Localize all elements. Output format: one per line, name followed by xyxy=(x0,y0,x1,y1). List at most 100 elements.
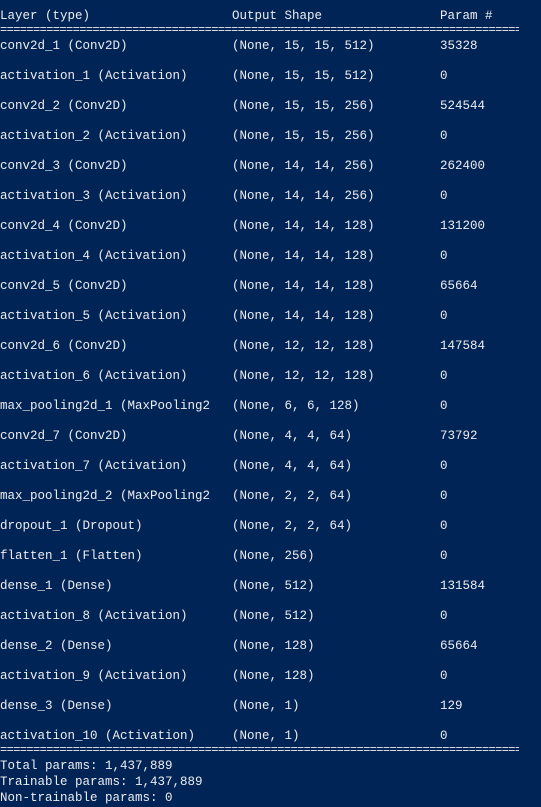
param-cell: 0 xyxy=(440,309,448,323)
param-cell: 0 xyxy=(440,129,448,143)
row-separator: ________________________________________… xyxy=(0,447,519,453)
output-shape-cell: (None, 1) xyxy=(232,729,300,743)
layer-cell: conv2d_7 (Conv2D) xyxy=(0,429,128,443)
console-window: ________________________________________… xyxy=(0,0,541,807)
layer-cell: conv2d_4 (Conv2D) xyxy=(0,219,128,233)
row-separator: ________________________________________… xyxy=(0,507,519,513)
output-shape-cell: (None, 12, 12, 128) xyxy=(232,339,375,353)
table-row: activation_10 (Activation) (None, 1) 0 xyxy=(0,729,541,744)
row-separator: ________________________________________… xyxy=(0,597,519,603)
param-cell: 0 xyxy=(440,519,448,533)
row-separator: ________________________________________… xyxy=(0,537,519,543)
table-row: activation_6 (Activation) (None, 12, 12, … xyxy=(0,369,541,384)
row-separator: ________________________________________… xyxy=(0,327,519,333)
output-shape-cell: (None, 14, 14, 256) xyxy=(232,159,375,173)
row-separator: ________________________________________… xyxy=(0,417,519,423)
param-cell: 0 xyxy=(440,609,448,623)
table-row: activation_7 (Activation) (None, 4, 4, 64… xyxy=(0,459,541,474)
param-cell: 0 xyxy=(440,249,448,263)
row-separator: ________________________________________… xyxy=(0,237,519,243)
layer-cell: activation_6 (Activation) xyxy=(0,369,188,383)
layer-cell: conv2d_3 (Conv2D) xyxy=(0,159,128,173)
footer-double-separator: ========================================… xyxy=(0,747,519,753)
row-separator: ________________________________________… xyxy=(0,117,519,123)
param-cell: 0 xyxy=(440,549,448,563)
table-row: conv2d_1 (Conv2D) (None, 15, 15, 512) 3532… xyxy=(0,39,541,54)
output-shape-cell: (None, 14, 14, 256) xyxy=(232,189,375,203)
layer-cell: conv2d_6 (Conv2D) xyxy=(0,339,128,353)
table-row: max_pooling2d_1 (MaxPooling2 (None, 6, 6,… xyxy=(0,399,541,414)
output-shape-cell: (None, 128) xyxy=(232,639,315,653)
table-row: activation_9 (Activation) (None, 128) 0 xyxy=(0,669,541,684)
table-row: max_pooling2d_2 (MaxPooling2 (None, 2, 2,… xyxy=(0,489,541,504)
layer-cell: activation_9 (Activation) xyxy=(0,669,188,683)
param-cell: 0 xyxy=(440,369,448,383)
table-row: dense_3 (Dense) (None, 1) 129 xyxy=(0,699,541,714)
output-shape-cell: (None, 2, 2, 64) xyxy=(232,489,353,503)
param-cell: 262400 xyxy=(440,159,486,173)
table-row: conv2d_6 (Conv2D) (None, 12, 12, 128) 1475… xyxy=(0,339,541,354)
row-separator: ________________________________________… xyxy=(0,387,519,393)
output-shape-cell: (None, 128) xyxy=(232,669,315,683)
layer-cell: max_pooling2d_2 (MaxPooling2 xyxy=(0,489,211,503)
layer-cell: activation_3 (Activation) xyxy=(0,189,188,203)
table-row: dropout_1 (Dropout) (None, 2, 2, 64) 0 xyxy=(0,519,541,534)
param-cell: 524544 xyxy=(440,99,486,113)
layer-cell: flatten_1 (Flatten) xyxy=(0,549,143,563)
row-separator: ________________________________________… xyxy=(0,357,519,363)
table-row: conv2d_7 (Conv2D) (None, 4, 4, 64) 73792 xyxy=(0,429,541,444)
output-shape-cell: (None, 15, 15, 512) xyxy=(232,69,375,83)
table-row: conv2d_4 (Conv2D) (None, 14, 14, 128) 1312… xyxy=(0,219,541,234)
row-separator: ________________________________________… xyxy=(0,657,519,663)
table-row: activation_8 (Activation) (None, 512) 0 xyxy=(0,609,541,624)
output-shape-cell: (None, 256) xyxy=(232,549,315,563)
row-separator: ________________________________________… xyxy=(0,687,519,693)
output-shape-cell: (None, 2, 2, 64) xyxy=(232,519,353,533)
row-separator: ________________________________________… xyxy=(0,567,519,573)
layer-cell: activation_8 (Activation) xyxy=(0,609,188,623)
layer-cell: dense_1 (Dense) xyxy=(0,579,113,593)
row-separator: ________________________________________… xyxy=(0,627,519,633)
table-row: activation_3 (Activation) (None, 14, 14, … xyxy=(0,189,541,204)
param-cell: 0 xyxy=(440,69,448,83)
layer-cell: activation_7 (Activation) xyxy=(0,459,188,473)
row-separator: ________________________________________… xyxy=(0,177,519,183)
row-separator: ________________________________________… xyxy=(0,147,519,153)
row-separator: ________________________________________… xyxy=(0,207,519,213)
output-shape-cell: (None, 14, 14, 128) xyxy=(232,309,375,323)
output-shape-cell: (None, 15, 15, 256) xyxy=(232,129,375,143)
non-trainable-params: Non-trainable params: 0 xyxy=(0,791,173,805)
table-row: flatten_1 (Flatten) (None, 256) 0 xyxy=(0,549,541,564)
header-layer: Layer (type) xyxy=(0,9,91,23)
table-row: dense_1 (Dense) (None, 512) 131584 xyxy=(0,579,541,594)
table-row: conv2d_5 (Conv2D) (None, 14, 14, 128) 6566… xyxy=(0,279,541,294)
total-params: Total params: 1,437,889 xyxy=(0,759,173,773)
header-output-shape: Output Shape xyxy=(232,9,323,23)
table-row: activation_4 (Activation) (None, 14, 14, … xyxy=(0,249,541,264)
trainable-params: Trainable params: 1,437,889 xyxy=(0,775,203,789)
layer-cell: max_pooling2d_1 (MaxPooling2 xyxy=(0,399,211,413)
param-cell: 0 xyxy=(440,669,448,683)
layer-cell: conv2d_5 (Conv2D) xyxy=(0,279,128,293)
row-separator: ________________________________________… xyxy=(0,267,519,273)
header-double-separator: ========================================… xyxy=(0,27,519,33)
layer-cell: dense_2 (Dense) xyxy=(0,639,113,653)
row-separator: ________________________________________… xyxy=(0,87,519,93)
output-shape-cell: (None, 4, 4, 64) xyxy=(232,459,353,473)
layer-cell: activation_10 (Activation) xyxy=(0,729,196,743)
table-row: dense_2 (Dense) (None, 128) 65664 xyxy=(0,639,541,654)
row-separator: ________________________________________… xyxy=(0,57,519,63)
table-row: conv2d_3 (Conv2D) (None, 14, 14, 256) 2624… xyxy=(0,159,541,174)
layer-cell: activation_4 (Activation) xyxy=(0,249,188,263)
param-cell: 0 xyxy=(440,489,448,503)
layer-cell: conv2d_2 (Conv2D) xyxy=(0,99,128,113)
output-shape-cell: (None, 14, 14, 128) xyxy=(232,279,375,293)
param-cell: 0 xyxy=(440,399,448,413)
top-separator: ________________________________________… xyxy=(0,0,519,6)
table-row: conv2d_2 (Conv2D) (None, 15, 15, 256) 5245… xyxy=(0,99,541,114)
table-row: activation_5 (Activation) (None, 14, 14, … xyxy=(0,309,541,324)
param-cell: 131200 xyxy=(440,219,486,233)
layer-cell: dropout_1 (Dropout) xyxy=(0,519,143,533)
output-shape-cell: (None, 12, 12, 128) xyxy=(232,369,375,383)
row-separator: ________________________________________… xyxy=(0,297,519,303)
